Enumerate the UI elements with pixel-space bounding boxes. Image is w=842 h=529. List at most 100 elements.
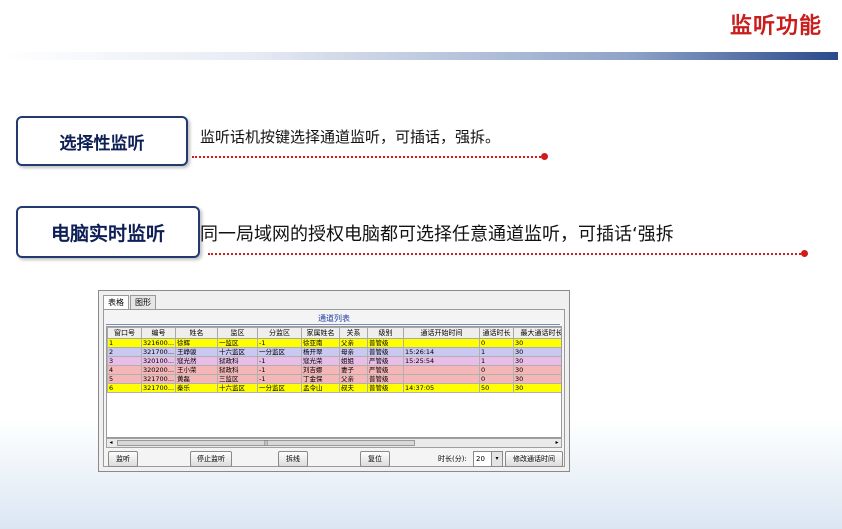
column-header[interactable]: 监区 [217, 327, 258, 339]
chevron-down-icon[interactable]: ▾ [491, 452, 502, 466]
empty-cell [302, 411, 340, 420]
table-cell: 姐姐 [339, 356, 368, 366]
table-cell: 普管级 [367, 383, 404, 393]
table-cell: 严管级 [367, 365, 404, 375]
empty-cell [142, 402, 176, 411]
column-header[interactable]: 姓名 [175, 327, 218, 339]
table-cell: 30 [513, 365, 561, 375]
scroll-thumb[interactable]: ||| [117, 440, 415, 446]
table-row[interactable]: 2 321700... 王峥骏 十六监区 一分监区 杨开翠 母亲 普管级 15:26:14 1 30 [107, 347, 561, 357]
table-row[interactable]: 6 321700... 秦乐 十六监区 一分监区 孟令山 叔夫 普管级 14:37:05 50 30 [107, 383, 561, 393]
table-cell: 50 [479, 383, 514, 393]
channel-grid: 窗口号 编号 姓名 监区 分监区 家属姓名 关系 级别 通话开始时间 通话时长 最大通话时长 1 32… [106, 326, 562, 438]
table-cell: 刘吉娜 [301, 365, 340, 375]
table-cell: 一分监区 [257, 347, 302, 357]
empty-cell [108, 393, 142, 402]
table-cell [403, 365, 480, 375]
column-header[interactable]: 级别 [367, 327, 404, 339]
empty-cell [108, 411, 142, 420]
table-cell: -1 [257, 356, 302, 366]
disconnect-button[interactable]: 拆线 [278, 451, 308, 467]
table-cell: 321700... [141, 383, 176, 393]
grid-header-row: 窗口号 编号 姓名 监区 分监区 家属姓名 关系 级别 通话开始时间 通话时长 最大通话时长 [107, 327, 561, 339]
column-header[interactable]: 家属姓名 [301, 327, 340, 339]
divider-endpoint [541, 153, 548, 160]
table-cell: 6 [107, 383, 142, 393]
table-cell: 秦乐 [175, 383, 218, 393]
table-cell: 30 [513, 338, 561, 348]
scroll-right-arrow-icon[interactable]: ▸ [553, 439, 561, 447]
table-cell: 十六监区 [217, 383, 258, 393]
table-cell: 母亲 [339, 347, 368, 357]
table-cell: 320100... [141, 356, 176, 366]
empty-cell [108, 402, 142, 411]
column-header[interactable]: 关系 [339, 327, 368, 339]
column-header[interactable]: 通话开始时间 [403, 327, 480, 339]
feature-label-selective-monitoring: 选择性监听 [16, 116, 188, 166]
table-cell: 狱政科 [217, 356, 258, 366]
empty-cell [514, 393, 562, 402]
table-cell: 5 [107, 374, 142, 384]
table-cell [403, 374, 480, 384]
slide-title: 监听功能 [729, 13, 822, 39]
table-cell: 父亲 [339, 338, 368, 348]
duration-select[interactable]: 20 ▾ [473, 451, 503, 467]
table-cell: 严管级 [367, 356, 404, 366]
empty-row [108, 411, 562, 420]
column-header[interactable]: 最大通话时长 [513, 327, 561, 339]
empty-cell [404, 411, 480, 420]
dotted-divider [192, 156, 544, 158]
empty-cell [176, 393, 218, 402]
tab-graphic[interactable]: 图形 [130, 295, 156, 309]
empty-cell [176, 420, 218, 429]
table-cell: 2 [107, 347, 142, 357]
table-cell: 徐辉 [175, 338, 218, 348]
table-cell: 0 [479, 374, 514, 384]
empty-cell [340, 420, 368, 429]
table-cell: 0 [479, 365, 514, 375]
empty-cell [142, 411, 176, 420]
table-row[interactable]: 3 320100... 寇光然 狱政科 -1 寇光荣 姐姐 严管级 15:25:54 1 30 [107, 356, 561, 366]
empty-cell [340, 393, 368, 402]
scroll-left-arrow-icon[interactable]: ◂ [107, 439, 115, 447]
column-header[interactable]: 编号 [141, 327, 176, 339]
table-row[interactable]: 5 321700... 黄磊 三监区 -1 丁金保 父亲 普管级 0 30 [107, 374, 561, 384]
empty-cell [404, 402, 480, 411]
empty-cell [176, 402, 218, 411]
listen-button[interactable]: 监听 [108, 451, 138, 467]
feature-label-pc-realtime-monitoring: 电脑实时监听 [16, 206, 200, 258]
empty-cell [218, 393, 258, 402]
table-panel: 通道列表 窗口号 编号 姓名 监区 分监区 家属姓名 关系 级别 通话开始时间 通话时长 最大通话时… [103, 309, 565, 467]
column-header[interactable]: 分监区 [257, 327, 302, 339]
table-cell: 30 [513, 374, 561, 384]
table-cell: 三监区 [217, 374, 258, 384]
empty-cell [340, 402, 368, 411]
empty-row [108, 393, 562, 402]
empty-cell [480, 402, 514, 411]
empty-cell [302, 402, 340, 411]
table-cell: 14:37:05 [403, 383, 480, 393]
column-header[interactable]: 通话时长 [479, 327, 514, 339]
table-cell: 320200... [141, 365, 176, 375]
table-cell: -1 [257, 338, 302, 348]
table-cell: 1 [479, 356, 514, 366]
empty-cell [368, 420, 404, 429]
table-cell: 30 [513, 383, 561, 393]
table-cell: 徐亚南 [301, 338, 340, 348]
modify-call-time-button[interactable]: 修改通话时间 [505, 451, 563, 467]
column-header[interactable]: 窗口号 [107, 327, 142, 339]
table-row[interactable]: 4 320200... 王小荣 狱政科 -1 刘吉娜 妻子 严管级 0 30 [107, 365, 561, 375]
empty-cell [218, 402, 258, 411]
tab-table[interactable]: 表格 [103, 295, 129, 310]
table-cell: 妻子 [339, 365, 368, 375]
stop-listen-button[interactable]: 停止监听 [190, 451, 232, 467]
empty-row [108, 402, 562, 411]
horizontal-scrollbar[interactable]: ◂ ||| ▸ [106, 438, 562, 448]
table-cell: 王小荣 [175, 365, 218, 375]
reset-button[interactable]: 复位 [360, 451, 390, 467]
table-cell: 3 [107, 356, 142, 366]
empty-cell [258, 393, 302, 402]
table-row[interactable]: 1 321600... 徐辉 一监区 -1 徐亚南 父亲 普管级 0 30 [107, 338, 561, 348]
empty-cell [302, 393, 340, 402]
table-cell: 1 [107, 338, 142, 348]
